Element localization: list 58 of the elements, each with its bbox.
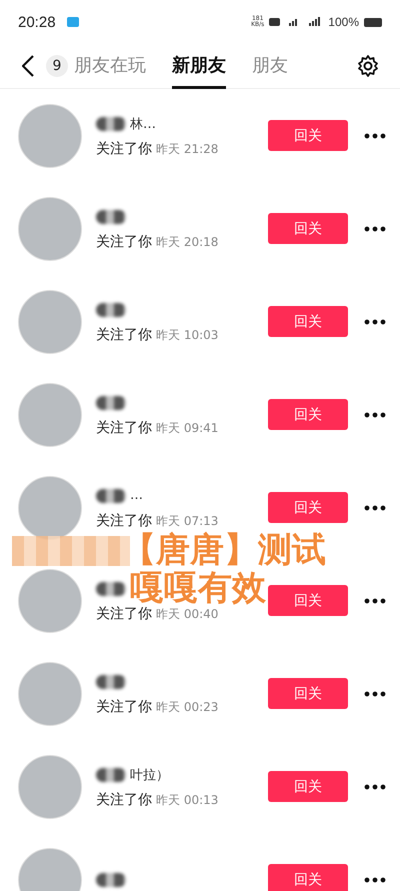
more-icon[interactable] bbox=[364, 412, 386, 418]
follow-back-button[interactable]: 回关 bbox=[268, 771, 348, 802]
redacted-name bbox=[96, 674, 126, 688]
overlay-caption: 【唐唐】测试 bbox=[122, 530, 326, 570]
follow-back-button[interactable]: 回关 bbox=[268, 864, 348, 891]
redacted-name bbox=[96, 582, 126, 596]
follow-time: 昨天 10:03 bbox=[156, 328, 218, 342]
tab[interactable]: 朋友 bbox=[252, 44, 288, 88]
follow-time: 昨天 20:18 bbox=[156, 234, 218, 248]
follow-time: 昨天 00:40 bbox=[156, 606, 218, 620]
follow-back-button[interactable]: 回关 bbox=[268, 492, 348, 523]
tab[interactable]: 朋友在玩 bbox=[74, 44, 146, 88]
follow-notice: 关注了你 bbox=[96, 234, 152, 250]
more-icon[interactable] bbox=[364, 784, 386, 790]
count-badge: 9 bbox=[46, 55, 68, 77]
follow-time: 昨天 07:13 bbox=[156, 514, 218, 528]
more-icon[interactable] bbox=[364, 876, 386, 882]
more-icon[interactable] bbox=[364, 132, 386, 138]
follow-back-button[interactable]: 回关 bbox=[268, 213, 348, 244]
follow-notice: 关注了你 bbox=[96, 698, 152, 714]
follow-back-button[interactable]: 回关 bbox=[268, 306, 348, 337]
follow-time: 昨天 00:23 bbox=[156, 700, 218, 714]
redacted-name bbox=[96, 488, 126, 502]
clock-time: 20:28 bbox=[18, 14, 56, 30]
tab[interactable]: 新朋友 bbox=[172, 44, 226, 88]
user-name: 林… bbox=[130, 116, 156, 132]
back-icon[interactable] bbox=[22, 55, 34, 77]
redacted-name bbox=[96, 872, 126, 886]
follow-back-button[interactable]: 回关 bbox=[268, 120, 348, 151]
follow-notice: 关注了你 bbox=[96, 420, 152, 436]
redacted-name bbox=[96, 768, 126, 782]
redacted-name bbox=[96, 210, 126, 224]
follow-notice: 关注了你 bbox=[96, 512, 152, 528]
follow-notice: 关注了你 bbox=[96, 606, 152, 622]
follow-time: 昨天 00:13 bbox=[156, 792, 218, 806]
follow-back-button[interactable]: 回关 bbox=[268, 585, 348, 616]
more-icon[interactable] bbox=[364, 598, 386, 604]
more-icon[interactable] bbox=[364, 690, 386, 696]
follow-back-button[interactable]: 回关 bbox=[268, 678, 348, 709]
more-icon[interactable] bbox=[364, 504, 386, 510]
more-icon[interactable] bbox=[364, 226, 386, 232]
redacted-name bbox=[96, 302, 126, 316]
app-notification-icon bbox=[66, 17, 79, 27]
settings-icon[interactable] bbox=[356, 54, 380, 78]
overlay-caption: 嘎嘎有效 bbox=[130, 568, 266, 608]
redacted-name bbox=[96, 116, 126, 130]
redacted-name bbox=[96, 396, 126, 410]
battery-percent: 100% bbox=[328, 15, 359, 29]
battery-icon bbox=[364, 18, 382, 26]
follow-time: 昨天 21:28 bbox=[156, 142, 218, 156]
follow-notice: 关注了你 bbox=[96, 792, 152, 808]
follow-notice: 关注了你 bbox=[96, 140, 152, 156]
follow-time: 昨天 09:41 bbox=[156, 420, 218, 434]
follow-back-button[interactable]: 回关 bbox=[268, 399, 348, 430]
user-name: … bbox=[130, 488, 143, 503]
user-name: 叶拉） bbox=[130, 766, 169, 784]
follow-notice: 关注了你 bbox=[96, 326, 152, 342]
more-icon[interactable] bbox=[364, 318, 386, 324]
